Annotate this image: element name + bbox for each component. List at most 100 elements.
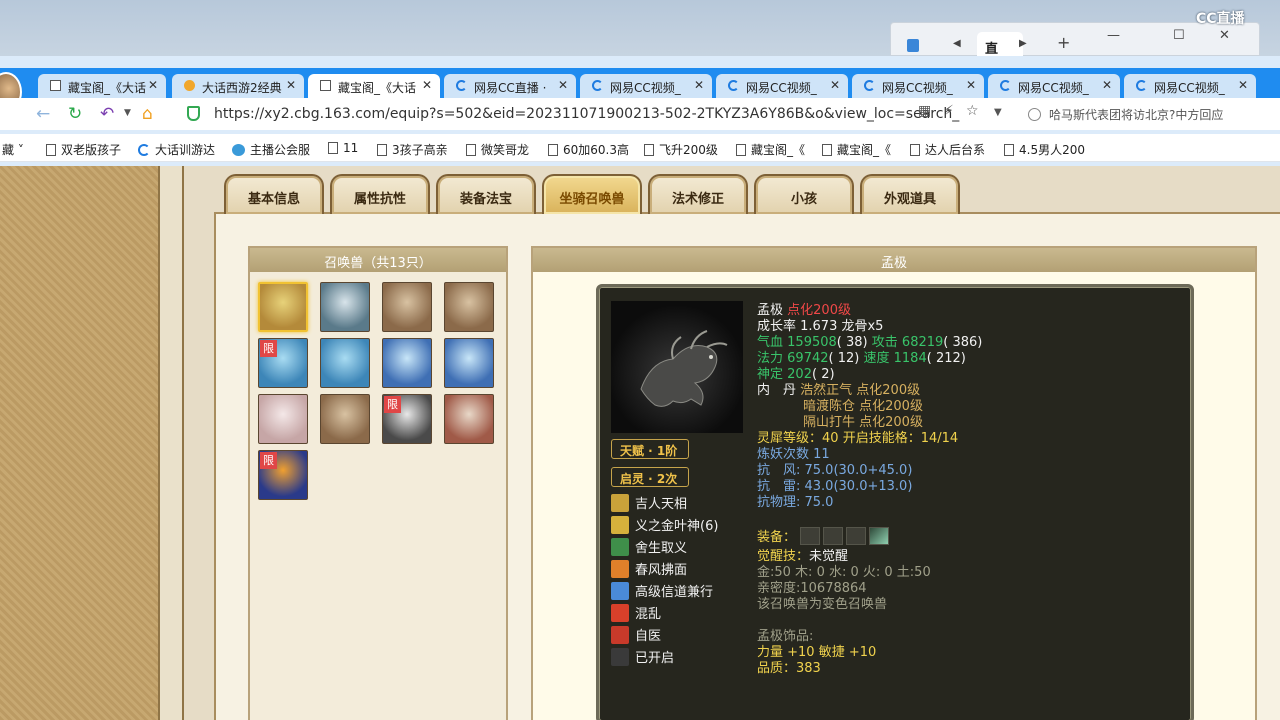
browser-tab-5[interactable]: 网易CC视频_ ✕: [580, 74, 712, 98]
minimize-icon[interactable]: —: [1107, 28, 1120, 43]
tab-close-icon[interactable]: ✕: [286, 78, 296, 92]
skill-item[interactable]: 混乱: [611, 603, 661, 623]
equip-slot-1[interactable]: [800, 527, 821, 545]
back-icon[interactable]: ←: [36, 104, 50, 124]
skill-item[interactable]: 吉人天相: [611, 493, 687, 513]
url-field[interactable]: https://xy2.cbg.163.com/equip?s=502&eid=…: [180, 102, 1010, 126]
tab-spell-correction[interactable]: 法术修正: [648, 174, 748, 214]
lightning-icon[interactable]: ⚡: [944, 103, 954, 119]
url-text[interactable]: https://xy2.cbg.163.com/equip?s=502&eid=…: [214, 106, 959, 122]
star-icon[interactable]: ☆: [966, 103, 979, 119]
bookmark-icon: [466, 144, 476, 156]
tab-close-icon[interactable]: ✕: [1102, 78, 1112, 92]
dropdown-icon[interactable]: ▼: [124, 108, 131, 118]
skill-item[interactable]: 自医: [611, 625, 661, 645]
pet-icon-4[interactable]: [444, 282, 494, 332]
pet-icon-3[interactable]: [382, 282, 432, 332]
bookmark-item[interactable]: 藏宝阁_《: [822, 141, 891, 158]
chevron-down-icon[interactable]: ▼: [994, 107, 1002, 118]
browser-tab-6[interactable]: 网易CC视频_ ✕: [716, 74, 848, 98]
bookmarks-bar: 藏 ˅ 双老版孩子 大话训游达 主播公会服 11 3孩子高亲 微笑哥龙 60加6…: [0, 134, 1280, 162]
tab-close-icon[interactable]: ✕: [1238, 78, 1248, 92]
cc-logo-icon: [138, 144, 150, 156]
bookmark-item[interactable]: 微笑哥龙: [466, 141, 529, 158]
tab-mount-summon[interactable]: 坐骑召唤兽: [542, 174, 642, 214]
pet-icon-13[interactable]: 限: [258, 450, 308, 500]
tab-equipment[interactable]: 装备法宝: [436, 174, 536, 214]
browser-tab-3-active[interactable]: 藏宝阁_《大话 ✕: [308, 74, 440, 98]
browser-tab-7[interactable]: 网易CC视频_ ✕: [852, 74, 984, 98]
news-ticker[interactable]: 哈马斯代表团将访北京?中方回应: [1028, 106, 1223, 123]
pet-icon-10[interactable]: [320, 394, 370, 444]
tab-title: 网易CC视频_: [1018, 81, 1089, 95]
tab-close-icon[interactable]: ✕: [966, 78, 976, 92]
pet-icon-2[interactable]: [320, 282, 370, 332]
bookmark-label: 达人后台系: [925, 143, 986, 157]
tab-basic-info[interactable]: 基本信息: [224, 174, 324, 214]
maximize-icon[interactable]: ☐: [1173, 28, 1185, 43]
bookmark-folder[interactable]: 藏 ˅: [2, 141, 24, 158]
pet-icon-7[interactable]: [382, 338, 432, 388]
qr-code-icon[interactable]: ▦: [918, 103, 931, 119]
browser-tab-9[interactable]: 网易CC视频_ ✕: [1124, 74, 1256, 98]
tab-attributes[interactable]: 属性抗性: [330, 174, 430, 214]
bookmark-item[interactable]: 4.5男人200: [1004, 141, 1085, 158]
bookmark-item[interactable]: 3孩子高亲: [377, 141, 448, 158]
home-icon[interactable]: ⌂: [142, 104, 153, 124]
page-border: [158, 166, 184, 720]
skill-item[interactable]: 高级信道兼行: [611, 581, 713, 601]
browser-tab-4[interactable]: 网易CC直播 · ✕: [444, 74, 576, 98]
pet-icon-5[interactable]: 限: [258, 338, 308, 388]
undo-icon[interactable]: ↶: [100, 104, 114, 124]
browser-tab-1[interactable]: 藏宝阁_《大话 ✕: [38, 74, 166, 98]
bookmark-label: 4.5男人200: [1019, 143, 1085, 157]
pet-icon-6[interactable]: [320, 338, 370, 388]
pet-icon-1[interactable]: [258, 282, 308, 332]
skill-item[interactable]: 已开启: [611, 647, 674, 667]
mini-window-tab[interactable]: 直: [977, 32, 1023, 57]
awaken-badge[interactable]: 启灵 · 2次: [611, 467, 689, 487]
skill-item[interactable]: 义之金叶神(6): [611, 515, 718, 535]
pet-icon-12[interactable]: [444, 394, 494, 444]
tab-appearance[interactable]: 外观道具: [860, 174, 960, 214]
forward-arrow-icon[interactable]: ▶: [1019, 38, 1027, 49]
equip-slot-4[interactable]: [869, 527, 890, 545]
limited-badge: 限: [260, 452, 277, 469]
pet-info-box: 天赋 · 1阶 启灵 · 2次 吉人天相 义之金叶神(6) 舍生取义春风拂面 高级信道…: [596, 284, 1194, 720]
pet-icon-11[interactable]: 限: [382, 394, 432, 444]
hp-label: 气血: [757, 335, 784, 350]
bookmark-item[interactable]: 大话训游达: [138, 141, 215, 158]
bookmark-item[interactable]: 主播公会服: [232, 141, 310, 158]
pet-icon-8[interactable]: [444, 338, 494, 388]
tab-close-icon[interactable]: ✕: [148, 78, 158, 92]
bookmark-item[interactable]: 60加60.3高: [548, 141, 629, 158]
bookmark-item[interactable]: 藏宝阁_《: [736, 141, 805, 158]
atk-label: 攻击: [871, 335, 898, 350]
new-tab-icon[interactable]: +: [1057, 33, 1070, 52]
bookmark-item[interactable]: 飞升200级: [644, 141, 718, 158]
bookmark-item[interactable]: 11: [328, 141, 358, 155]
skill-item[interactable]: 舍生取义: [611, 537, 687, 557]
pet-icon-9[interactable]: [258, 394, 308, 444]
tab-close-icon[interactable]: ✕: [694, 78, 704, 92]
bookmark-item[interactable]: 达人后台系: [910, 141, 985, 158]
bookmark-label: 11: [343, 141, 359, 155]
talent-badge[interactable]: 天赋 · 1阶: [611, 439, 689, 459]
tab-close-icon[interactable]: ✕: [422, 78, 432, 92]
reload-icon[interactable]: ↻: [68, 104, 82, 124]
close-icon[interactable]: ✕: [1219, 28, 1230, 43]
skill-label: 舍生取义: [635, 541, 688, 556]
tab-close-icon[interactable]: ✕: [558, 78, 568, 92]
bookmark-icon: [328, 142, 338, 154]
tab-title: 藏宝阁_《大话: [68, 81, 147, 95]
skill-item[interactable]: 春风拂面: [611, 559, 687, 579]
browser-tab-8[interactable]: 网易CC视频_ ✕: [988, 74, 1120, 98]
equip-slot-3[interactable]: [846, 527, 867, 545]
cc-logo-icon: [592, 80, 603, 91]
tab-child[interactable]: 小孩: [754, 174, 854, 214]
back-arrow-icon[interactable]: ◀: [953, 38, 961, 49]
bookmark-item[interactable]: 双老版孩子: [46, 141, 121, 158]
tab-close-icon[interactable]: ✕: [830, 78, 840, 92]
equip-slot-2[interactable]: [823, 527, 844, 545]
browser-tab-2[interactable]: 大话西游2经典 ✕: [172, 74, 304, 98]
